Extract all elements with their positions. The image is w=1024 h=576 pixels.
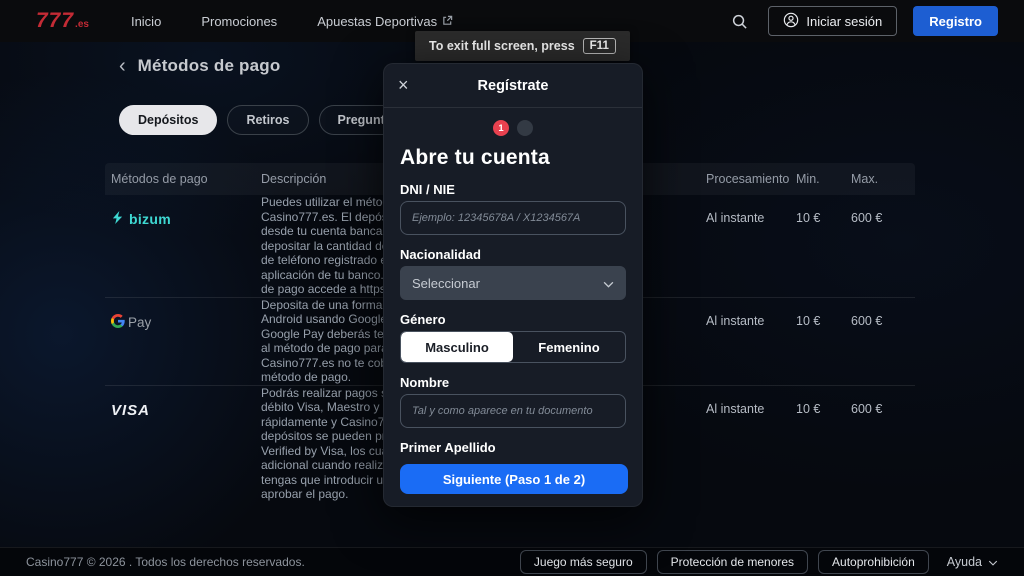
gender-segmented-control: Masculino Femenino (400, 331, 626, 363)
external-link-icon (442, 14, 453, 29)
modal-heading: Abre tu cuenta (400, 146, 626, 170)
register-button[interactable]: Registro (913, 6, 998, 36)
row-processing: Al instante (700, 386, 790, 416)
chevron-down-icon (988, 555, 998, 569)
main-nav: Inicio Promociones Apuestas Deportivas (131, 14, 453, 29)
minor-protection-button[interactable]: Protección de menores (657, 550, 808, 574)
bizum-icon (111, 211, 124, 227)
nationality-label: Nacionalidad (400, 247, 626, 262)
row-max: 600 € (845, 386, 915, 416)
close-icon[interactable]: × (398, 74, 409, 96)
row-max: 600 € (845, 195, 915, 225)
help-menu[interactable]: Ayuda (947, 555, 998, 569)
step-dot-2[interactable] (517, 120, 533, 136)
modal-body: 1 Abre tu cuenta DNI / NIE Nacionalidad … (384, 108, 642, 455)
f11-key-badge: F11 (583, 38, 616, 54)
tab-depositos[interactable]: Depósitos (119, 105, 217, 135)
step-indicator: 1 (400, 120, 626, 136)
row-min: 10 € (790, 298, 845, 328)
nav-item-promociones[interactable]: Promociones (201, 14, 277, 29)
fullscreen-exit-toast: To exit full screen, press F11 (415, 31, 630, 61)
visa-logo: VISA (105, 386, 255, 419)
col-header-max: Max. (845, 172, 915, 186)
nav-item-inicio[interactable]: Inicio (131, 14, 161, 29)
page-footer: Casino777 © 2026 . Todos los derechos re… (0, 547, 1024, 576)
next-step-button[interactable]: Siguiente (Paso 1 de 2) (400, 464, 628, 494)
modal-title: Regístrate (478, 78, 549, 94)
chevron-down-icon (603, 276, 614, 291)
search-icon[interactable] (726, 8, 752, 34)
row-processing: Al instante (700, 195, 790, 225)
google-pay-logo: Pay (105, 298, 255, 331)
nav-item-apuestas-deportivas[interactable]: Apuestas Deportivas (317, 14, 453, 29)
login-button[interactable]: Iniciar sesión (768, 6, 897, 36)
name-input[interactable] (400, 394, 626, 428)
self-exclusion-button[interactable]: Autoprohibición (818, 550, 929, 574)
step-dot-1[interactable]: 1 (493, 120, 509, 136)
nationality-select[interactable]: Seleccionar (400, 266, 626, 300)
brand-logo[interactable]: 777 .es (36, 9, 89, 33)
col-header-min: Min. (790, 172, 845, 186)
gender-label: Género (400, 312, 626, 327)
bizum-logo: bizum (105, 195, 255, 227)
nationality-selected-value: Seleccionar (412, 276, 480, 291)
row-processing: Al instante (700, 298, 790, 328)
toast-text: To exit full screen, press (429, 39, 575, 53)
col-header-procesamiento: Procesamiento (700, 172, 790, 186)
gender-option-femenino[interactable]: Femenino (513, 332, 625, 362)
registration-modal: × Regístrate 1 Abre tu cuenta DNI / NIE … (383, 63, 643, 507)
row-min: 10 € (790, 195, 845, 225)
page-title: Métodos de pago (138, 56, 281, 76)
logo-777: 777 (36, 9, 74, 33)
name-label: Nombre (400, 375, 626, 390)
user-icon (783, 12, 799, 31)
col-header-metodos: Métodos de pago (105, 172, 255, 186)
row-max: 600 € (845, 298, 915, 328)
dni-input[interactable] (400, 201, 626, 235)
copyright-text: Casino777 © 2026 . Todos los derechos re… (26, 555, 305, 569)
modal-header: × Regístrate (384, 64, 642, 108)
row-min: 10 € (790, 386, 845, 416)
back-chevron-icon[interactable]: ‹ (119, 56, 126, 76)
safer-gaming-button[interactable]: Juego más seguro (520, 550, 647, 574)
tab-retiros[interactable]: Retiros (227, 105, 308, 135)
logo-es: .es (75, 19, 89, 30)
gender-option-masculino[interactable]: Masculino (401, 332, 513, 362)
surname-label: Primer Apellido (400, 440, 626, 455)
google-g-icon (111, 314, 125, 331)
dni-label: DNI / NIE (400, 182, 626, 197)
